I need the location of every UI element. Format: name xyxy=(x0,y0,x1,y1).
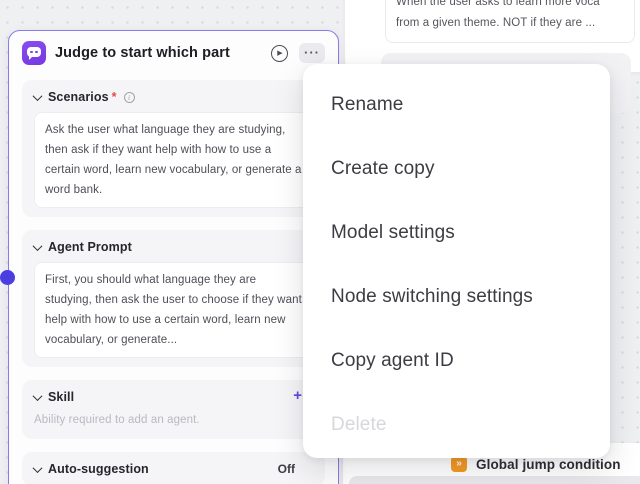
section-partial-bottom: Auto-suggestion Off xyxy=(22,452,325,484)
neighbor-scenario-textbox[interactable]: When the user asks to learn more voca fr… xyxy=(385,0,635,43)
agent-title: Judge to start which part xyxy=(55,45,230,61)
partial-section-header[interactable]: Auto-suggestion xyxy=(32,462,149,476)
skill-label: Skill xyxy=(48,390,75,404)
add-skill-plus-icon[interactable]: + xyxy=(293,388,302,403)
chevron-down-icon[interactable] xyxy=(32,240,43,251)
partial-section-label: Auto-suggestion xyxy=(48,462,149,476)
node-context-menu: Rename Create copy Model settings Node s… xyxy=(303,64,610,458)
more-menu-button[interactable]: ··· xyxy=(299,43,325,63)
global-jump-condition-header[interactable]: » Global jump condition xyxy=(451,456,621,472)
agent-prompt-textbox[interactable]: First, you should what language they are… xyxy=(34,262,313,358)
neighbor-scenario-line1: When the user asks to learn more voca xyxy=(396,0,600,8)
flow-canvas[interactable]: When the user asks to learn more voca fr… xyxy=(0,0,640,484)
test-run-icon[interactable]: ▶ xyxy=(271,44,288,62)
agent-node-card[interactable]: Judge to start which part ▶ ··· Scenario… xyxy=(0,30,339,484)
menu-item-model-settings[interactable]: Model settings xyxy=(303,201,610,265)
agent-prompt-label: Agent Prompt xyxy=(48,240,132,254)
global-jump-condition-body xyxy=(349,476,640,484)
neighbor-node-top[interactable]: When the user asks to learn more voca fr… xyxy=(345,0,640,113)
menu-item-rename[interactable]: Rename xyxy=(303,73,610,137)
agent-card-header[interactable]: Judge to start which part ▶ ··· xyxy=(22,39,325,67)
chevron-down-icon[interactable] xyxy=(32,90,43,101)
scenarios-label: Scenarios xyxy=(48,90,109,104)
global-jump-condition-label: Global jump condition xyxy=(476,456,621,472)
info-icon[interactable]: i xyxy=(123,91,135,103)
section-skill: Skill + Ability required to add an agent… xyxy=(22,380,325,439)
jump-condition-icon: » xyxy=(451,456,467,472)
menu-item-create-copy[interactable]: Create copy xyxy=(303,137,610,201)
section-agent-prompt: Agent Prompt First, you should what lang… xyxy=(22,230,325,367)
skill-header[interactable]: Skill xyxy=(32,389,313,405)
partial-section-value[interactable]: Off xyxy=(278,462,295,476)
bot-chat-icon xyxy=(22,41,46,65)
chevron-down-icon[interactable] xyxy=(32,462,43,473)
menu-item-node-switching-settings[interactable]: Node switching settings xyxy=(303,265,610,329)
menu-item-copy-agent-id[interactable]: Copy agent ID xyxy=(303,329,610,393)
scenarios-header[interactable]: Scenarios * i xyxy=(32,89,313,105)
skill-placeholder: Ability required to add an agent. xyxy=(34,414,200,426)
required-mark: * xyxy=(111,90,117,104)
agent-prompt-header[interactable]: Agent Prompt xyxy=(32,239,313,255)
section-scenarios: Scenarios * i Ask the user what language… xyxy=(22,80,325,217)
neighbor-scenario-line2: from a given theme. NOT if they are ... xyxy=(396,17,596,29)
menu-item-delete[interactable]: Delete xyxy=(303,393,610,457)
scenarios-textbox[interactable]: Ask the user what language they are stud… xyxy=(34,112,313,208)
input-port[interactable] xyxy=(0,270,15,285)
chevron-down-icon[interactable] xyxy=(32,390,43,401)
